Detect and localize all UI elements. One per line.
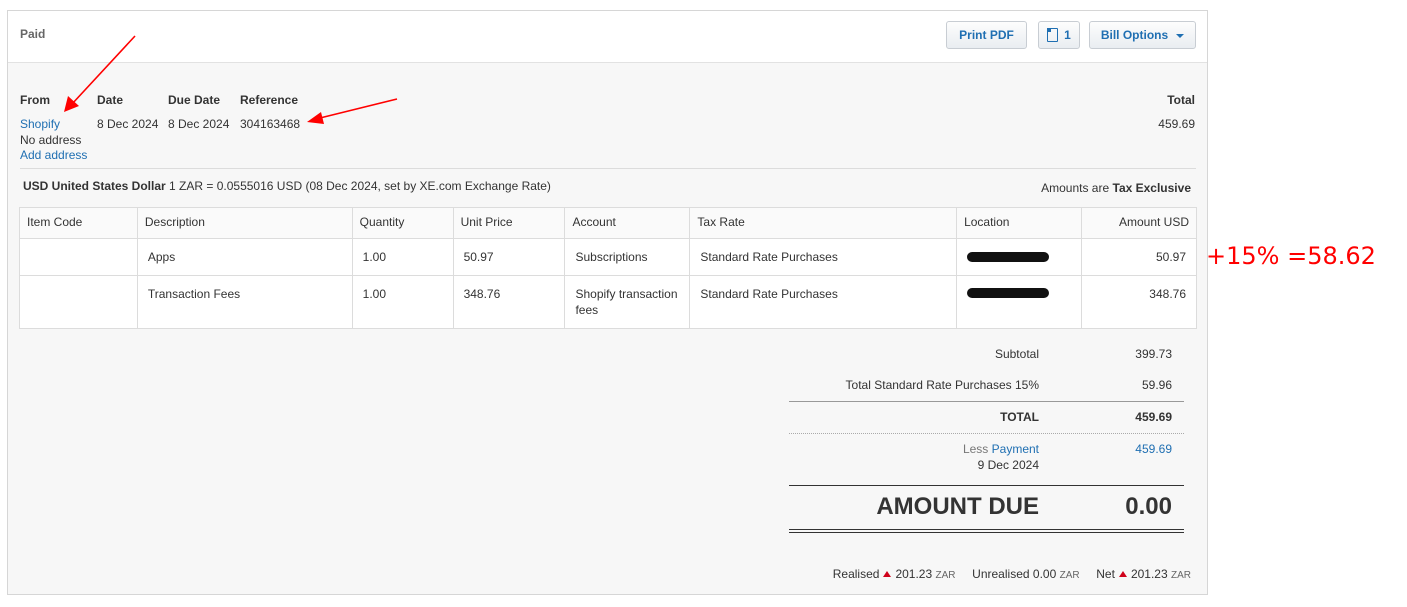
annotation-arrows (64, 35, 398, 124)
arrow-icon (307, 98, 398, 124)
arrow-icon (64, 35, 136, 112)
